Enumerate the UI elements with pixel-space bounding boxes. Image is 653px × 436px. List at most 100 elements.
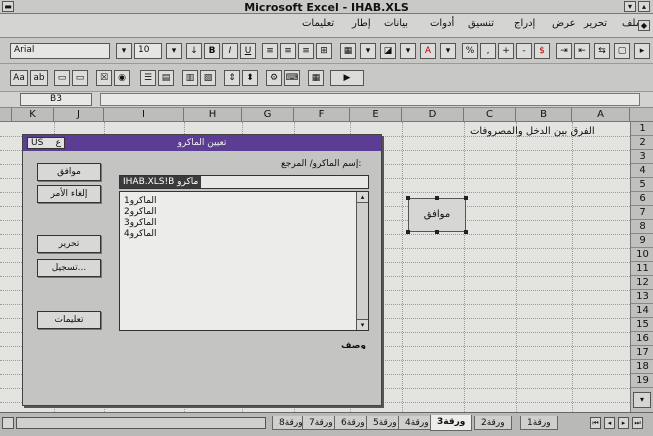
row-header[interactable]: 3: [631, 150, 653, 164]
font-color-icon[interactable]: A: [420, 43, 436, 59]
name-box[interactable]: B3: [20, 93, 92, 106]
checkbox-tool-icon[interactable]: ☒: [96, 70, 112, 86]
row-header[interactable]: 7: [631, 206, 653, 220]
run-dialog-icon[interactable]: ▶: [330, 70, 364, 86]
resize-handle[interactable]: [406, 196, 410, 200]
col-header-a[interactable]: A: [572, 108, 630, 122]
formula-input[interactable]: [100, 93, 640, 106]
percent-style-icon[interactable]: %: [462, 43, 478, 59]
scroll-bar-tool-icon[interactable]: ⇕: [224, 70, 240, 86]
dialog-system-menu[interactable]: US ع: [27, 137, 65, 149]
tab-prev-icon[interactable]: ◂: [604, 417, 615, 429]
label-tool-icon[interactable]: Aa: [10, 70, 28, 86]
cancel-button[interactable]: إلغاء الأمر: [37, 185, 101, 203]
underline-button[interactable]: U: [240, 43, 256, 59]
row-header[interactable]: 10: [631, 248, 653, 262]
resize-handle[interactable]: [435, 230, 439, 234]
more-icon[interactable]: ▸: [634, 43, 650, 59]
button-tool-icon[interactable]: ▭: [72, 70, 88, 86]
list-item[interactable]: الماكرو4: [124, 229, 157, 239]
col-header-e[interactable]: E: [350, 108, 402, 122]
grid-toggle-icon[interactable]: ▦: [308, 70, 324, 86]
menu-data[interactable]: بيانات: [384, 18, 408, 29]
row-header[interactable]: 17: [631, 346, 653, 360]
row-header[interactable]: 15: [631, 318, 653, 332]
align-center-icon[interactable]: ≡: [280, 43, 296, 59]
row-header[interactable]: 5: [631, 178, 653, 192]
col-header-j[interactable]: J: [54, 108, 104, 122]
col-header-c[interactable]: C: [464, 108, 516, 122]
decrease-font-icon[interactable]: ↓: [186, 43, 202, 59]
comma-style-icon[interactable]: ,: [480, 43, 496, 59]
scroll-down-icon[interactable]: ▾: [357, 319, 368, 330]
list-item[interactable]: الماكرو3: [124, 218, 157, 228]
dialog-title-bar[interactable]: تعيين الماكرو: [23, 135, 381, 151]
bold-button[interactable]: B: [204, 43, 220, 59]
row-header[interactable]: 11: [631, 262, 653, 276]
col-header-h[interactable]: H: [184, 108, 242, 122]
code-icon[interactable]: ⌨: [284, 70, 300, 86]
col-header-i[interactable]: I: [104, 108, 184, 122]
minimize-icon[interactable]: ▾: [624, 1, 636, 12]
col-header-f[interactable]: F: [294, 108, 350, 122]
row-header[interactable]: 13: [631, 290, 653, 304]
menu-edit[interactable]: تحرير: [584, 18, 607, 29]
group-box-icon[interactable]: ▭: [54, 70, 70, 86]
list-scrollbar[interactable]: ▴ ▾: [356, 192, 368, 330]
font-dropdown-icon[interactable]: ▾: [116, 43, 132, 59]
row-header[interactable]: 8: [631, 220, 653, 234]
row-header[interactable]: 1: [631, 122, 653, 136]
font-color-dropdown-icon[interactable]: ▾: [440, 43, 456, 59]
row-header[interactable]: 14: [631, 304, 653, 318]
rtl-icon[interactable]: ⇆: [594, 43, 610, 59]
spinner-tool-icon[interactable]: ⬍: [242, 70, 258, 86]
hscroll-left-icon[interactable]: [2, 417, 14, 429]
ok-button[interactable]: موافق: [37, 163, 101, 181]
properties-icon[interactable]: ⚙: [266, 70, 282, 86]
outdent-icon[interactable]: ⇤: [574, 43, 590, 59]
row-header[interactable]: 19: [631, 374, 653, 388]
scroll-down-icon[interactable]: ▾: [633, 392, 651, 408]
option-button-icon[interactable]: ◉: [114, 70, 130, 86]
fill-dropdown-icon[interactable]: ▾: [400, 43, 416, 59]
select-all-corner[interactable]: [0, 108, 12, 122]
align-right-icon[interactable]: ≡: [298, 43, 314, 59]
menu-tools[interactable]: أدوات: [430, 18, 454, 29]
macro-list[interactable]: الماكرو1 الماكرو2 الماكرو3 الماكرو4 ▴ ▾: [119, 191, 369, 331]
merge-center-icon[interactable]: ⊞: [316, 43, 332, 59]
tab-first-icon[interactable]: ⏮: [590, 417, 601, 429]
edit-button[interactable]: تحرير: [37, 235, 101, 253]
dialog-close-icon[interactable]: ع: [56, 138, 61, 148]
combo-list-icon[interactable]: ▥: [182, 70, 198, 86]
list-item[interactable]: الماكرو1: [124, 196, 157, 206]
edit-box-tool-icon[interactable]: ab: [30, 70, 48, 86]
sheet-ok-button[interactable]: موافق: [406, 196, 468, 234]
row-header[interactable]: 4: [631, 164, 653, 178]
font-name-select[interactable]: Arial: [10, 43, 110, 59]
resize-handle[interactable]: [406, 230, 410, 234]
resize-handle[interactable]: [435, 196, 439, 200]
scroll-up-icon[interactable]: ▴: [357, 192, 368, 203]
maximize-icon[interactable]: ▴: [638, 1, 650, 12]
help-button[interactable]: تعليمات: [37, 311, 101, 329]
horizontal-scrollbar[interactable]: [16, 417, 266, 429]
italic-button[interactable]: I: [222, 43, 238, 59]
frame-icon[interactable]: ▢: [614, 43, 630, 59]
tab-sheet3[interactable]: ورقة3: [430, 415, 473, 431]
menu-insert[interactable]: إدراج: [514, 18, 535, 29]
menu-window[interactable]: إطار: [352, 18, 371, 29]
menu-help[interactable]: تعليمات: [302, 18, 334, 29]
macro-name-input[interactable]: IHAB.XLS!B ماكرو: [119, 175, 369, 189]
menu-view[interactable]: عرض: [552, 18, 576, 29]
indent-icon[interactable]: ⇥: [556, 43, 572, 59]
increase-decimal-icon[interactable]: +: [498, 43, 514, 59]
doc-restore-icon[interactable]: ◆: [638, 20, 650, 31]
col-header-b[interactable]: B: [516, 108, 572, 122]
decrease-decimal-icon[interactable]: -: [516, 43, 532, 59]
drop-down-tool-icon[interactable]: ▤: [158, 70, 174, 86]
row-header[interactable]: 6: [631, 192, 653, 206]
list-box-icon[interactable]: ☰: [140, 70, 156, 86]
tab-sheet1[interactable]: ورقة1: [520, 416, 558, 430]
borders-dropdown-icon[interactable]: ▾: [360, 43, 376, 59]
list-item[interactable]: الماكرو2: [124, 207, 157, 217]
